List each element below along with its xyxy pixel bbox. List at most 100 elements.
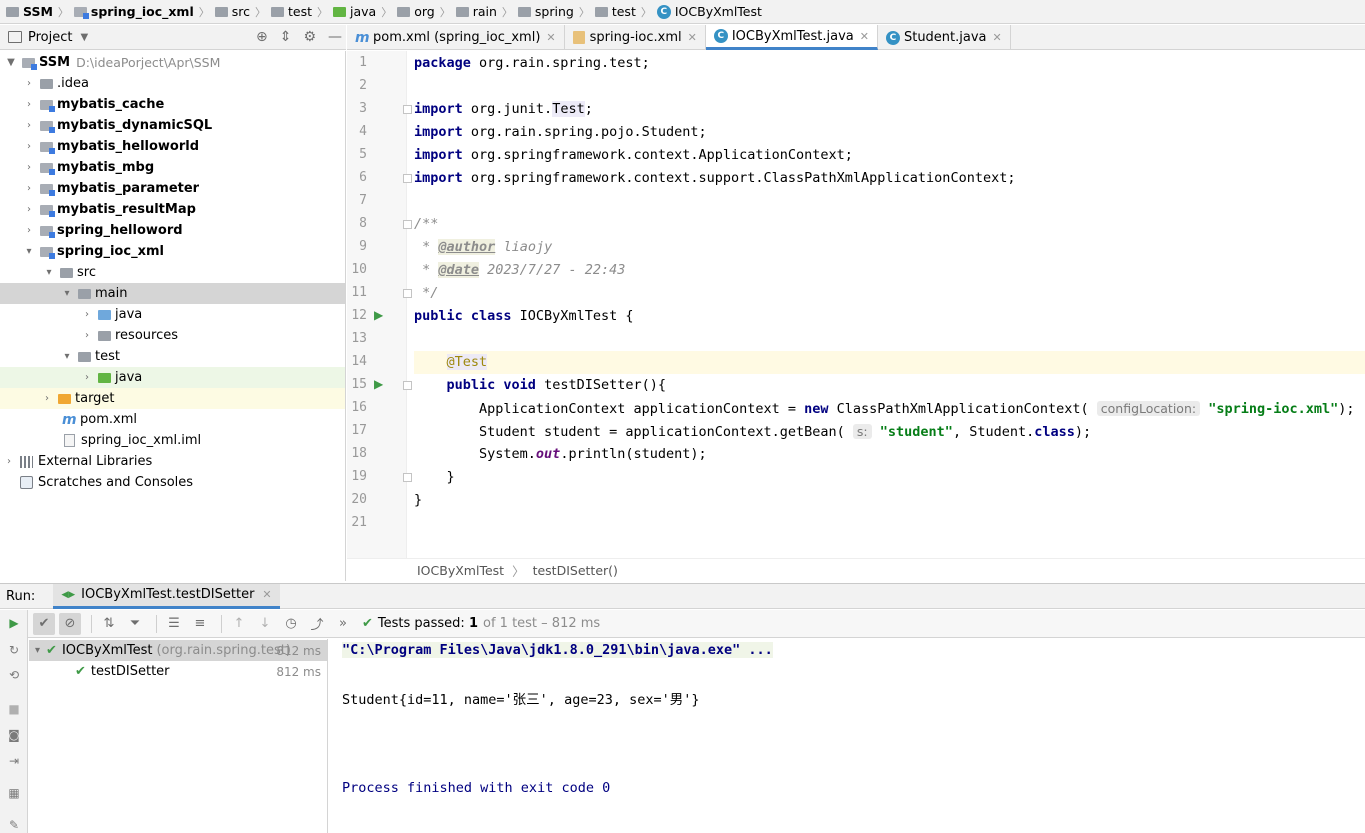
tree-item-src[interactable]: ▾ src: [0, 262, 345, 283]
chevron-right-icon[interactable]: ›: [22, 162, 36, 173]
crumb-org[interactable]: org 〉: [397, 4, 456, 20]
line-number: 14: [351, 354, 367, 369]
chevron-down-icon[interactable]: ▾: [22, 246, 36, 257]
close-icon[interactable]: ✕: [546, 31, 555, 44]
project-view-selector[interactable]: Project: [28, 30, 72, 45]
tab-spring-ioc-xml[interactable]: spring-ioc.xml ✕: [565, 25, 706, 50]
fold-icon[interactable]: [403, 289, 412, 298]
tree-item-spring-ioc-xml[interactable]: ▾ spring_ioc_xml: [0, 241, 345, 262]
tree-item-ssm[interactable]: ▼ SSM D:\ideaPorject\Apr\SSM: [0, 52, 345, 73]
expand-all-icon[interactable]: ☰: [163, 613, 185, 635]
crumb-rain[interactable]: rain 〉: [455, 4, 518, 20]
tree-item-target[interactable]: › target: [0, 388, 345, 409]
tree-item-resources[interactable]: › resources: [0, 325, 345, 346]
tree-item-iml[interactable]: spring_ioc_xml.iml: [0, 430, 345, 451]
crumb-java[interactable]: java 〉: [333, 4, 397, 20]
pin-icon[interactable]: ✎: [7, 818, 21, 832]
crumb-ssm[interactable]: SSM 〉: [6, 4, 74, 20]
collapse-all-icon[interactable]: ⇕: [280, 29, 292, 45]
history-icon[interactable]: ◷: [280, 613, 302, 635]
tree-item-main-java[interactable]: › java: [0, 304, 345, 325]
tree-item-mybatis-cache[interactable]: › mybatis_cache: [0, 94, 345, 115]
prev-failed-icon[interactable]: ↑: [228, 613, 250, 635]
tree-item-mybatis-resultmap[interactable]: › mybatis_resultMap: [0, 199, 345, 220]
crumb-test[interactable]: test 〉: [270, 4, 333, 20]
fold-icon[interactable]: [403, 174, 412, 183]
tree-item-mybatis-parameter[interactable]: › mybatis_parameter: [0, 178, 345, 199]
stop-icon[interactable]: ■: [7, 702, 21, 716]
crumb-class[interactable]: IOCByXmlTest: [417, 563, 504, 578]
toggle-auto-test-icon[interactable]: ⟲: [7, 668, 21, 682]
chevron-right-icon[interactable]: ›: [40, 393, 54, 404]
layout-icon[interactable]: ▦: [7, 786, 21, 800]
chevron-right-icon[interactable]: ›: [22, 141, 36, 152]
console-output[interactable]: "C:\Program Files\Java\jdk1.8.0_291\bin\…: [329, 639, 1365, 833]
fold-icon[interactable]: [403, 473, 412, 482]
crumb-module[interactable]: spring_ioc_xml 〉: [73, 4, 215, 20]
crumb-spring[interactable]: spring 〉: [517, 4, 595, 20]
chevron-down-icon[interactable]: ▾: [60, 351, 74, 362]
chevron-right-icon[interactable]: ›: [22, 183, 36, 194]
chevron-right-icon[interactable]: ›: [22, 204, 36, 215]
close-icon[interactable]: ✕: [993, 31, 1002, 44]
close-icon[interactable]: ✕: [688, 31, 697, 44]
crumb-test-pkg[interactable]: test 〉: [594, 4, 657, 20]
tree-item-pom-xml[interactable]: m pom.xml: [0, 409, 345, 430]
run-test-icon[interactable]: ▶: [374, 377, 388, 391]
chevron-down-icon[interactable]: ▼: [4, 57, 18, 68]
close-icon[interactable]: ✕: [262, 588, 271, 601]
chevron-down-icon[interactable]: ▾: [42, 267, 56, 278]
rerun-failed-icon[interactable]: ↻: [7, 643, 21, 657]
show-passed-icon[interactable]: ✔: [33, 612, 55, 635]
exit-icon[interactable]: ⇥: [7, 754, 21, 768]
chevron-down-icon[interactable]: ▼: [80, 32, 88, 43]
chevron-right-icon[interactable]: ›: [80, 309, 94, 320]
close-icon[interactable]: ✕: [860, 30, 869, 43]
chevron-right-icon[interactable]: ›: [22, 120, 36, 131]
fold-icon[interactable]: [403, 220, 412, 229]
crumb-method[interactable]: testDISetter(): [533, 563, 618, 578]
show-ignored-icon[interactable]: ⊘: [59, 612, 81, 635]
fold-icon[interactable]: [403, 105, 412, 114]
tree-item-main[interactable]: ▾ main: [0, 283, 345, 304]
code-editor[interactable]: 1 2 3 4 5 6 7 8 9 10 11 12 13 14 15 16 1…: [347, 51, 1365, 558]
chevron-down-icon[interactable]: ▾: [35, 645, 40, 656]
rerun-icon[interactable]: ▶: [7, 616, 21, 630]
locate-icon[interactable]: ⊕: [256, 29, 268, 45]
crumb-class[interactable]: C IOCByXmlTest: [656, 4, 762, 19]
camera-icon[interactable]: ◙: [7, 728, 21, 742]
gear-icon[interactable]: ⚙: [303, 29, 316, 45]
collapse-all-icon[interactable]: ≡: [189, 613, 211, 635]
tab-student-java[interactable]: C Student.java ✕: [878, 25, 1011, 50]
chevron-down-icon[interactable]: ▾: [60, 288, 74, 299]
chevron-right-icon[interactable]: ›: [2, 456, 16, 467]
tree-item-test[interactable]: ▾ test: [0, 346, 345, 367]
tree-item-mybatis-dynamicsql[interactable]: › mybatis_dynamicSQL: [0, 115, 345, 136]
chevron-right-icon[interactable]: ›: [22, 225, 36, 236]
tree-item-spring-helloword[interactable]: › spring_helloword: [0, 220, 345, 241]
test-suite-row[interactable]: ▾ ✔ IOCByXmlTest (org.rain.spring.test) …: [29, 640, 327, 661]
fold-icon[interactable]: [403, 381, 412, 390]
tree-item-scratches[interactable]: Scratches and Consoles: [0, 472, 345, 493]
crumb-src[interactable]: src 〉: [214, 4, 271, 20]
tree-item-external-libraries[interactable]: › External Libraries: [0, 451, 345, 472]
tab-iocbyxmltest[interactable]: C IOCByXmlTest.java ✕: [705, 25, 878, 50]
chevron-right-icon[interactable]: ›: [22, 99, 36, 110]
next-failed-icon[interactable]: ↓: [254, 613, 276, 635]
tree-item-test-java[interactable]: › java: [0, 367, 345, 388]
minimize-icon[interactable]: —: [328, 29, 342, 45]
export-icon[interactable]: ⤴: [306, 613, 328, 635]
tab-run-config[interactable]: ◀▶ IOCByXmlTest.testDISetter ✕: [53, 583, 280, 609]
sort-duration-icon[interactable]: ⏷: [124, 613, 146, 635]
tree-item-mybatis-mbg[interactable]: › mybatis_mbg: [0, 157, 345, 178]
tree-item-idea[interactable]: › .idea: [0, 73, 345, 94]
sort-alpha-icon[interactable]: ⇅: [98, 613, 120, 635]
chevron-right-icon[interactable]: ›: [80, 330, 94, 341]
chevron-right-icon[interactable]: ›: [22, 78, 36, 89]
tab-pom-xml[interactable]: m pom.xml (spring_ioc_xml) ✕: [347, 25, 565, 50]
chevron-right-icon[interactable]: ›: [80, 372, 94, 383]
test-method-row[interactable]: ✔ testDISetter 812 ms: [29, 661, 327, 682]
run-test-icon[interactable]: ▶: [374, 308, 388, 322]
more-icon[interactable]: »: [332, 613, 354, 635]
tree-item-mybatis-helloworld[interactable]: › mybatis_helloworld: [0, 136, 345, 157]
